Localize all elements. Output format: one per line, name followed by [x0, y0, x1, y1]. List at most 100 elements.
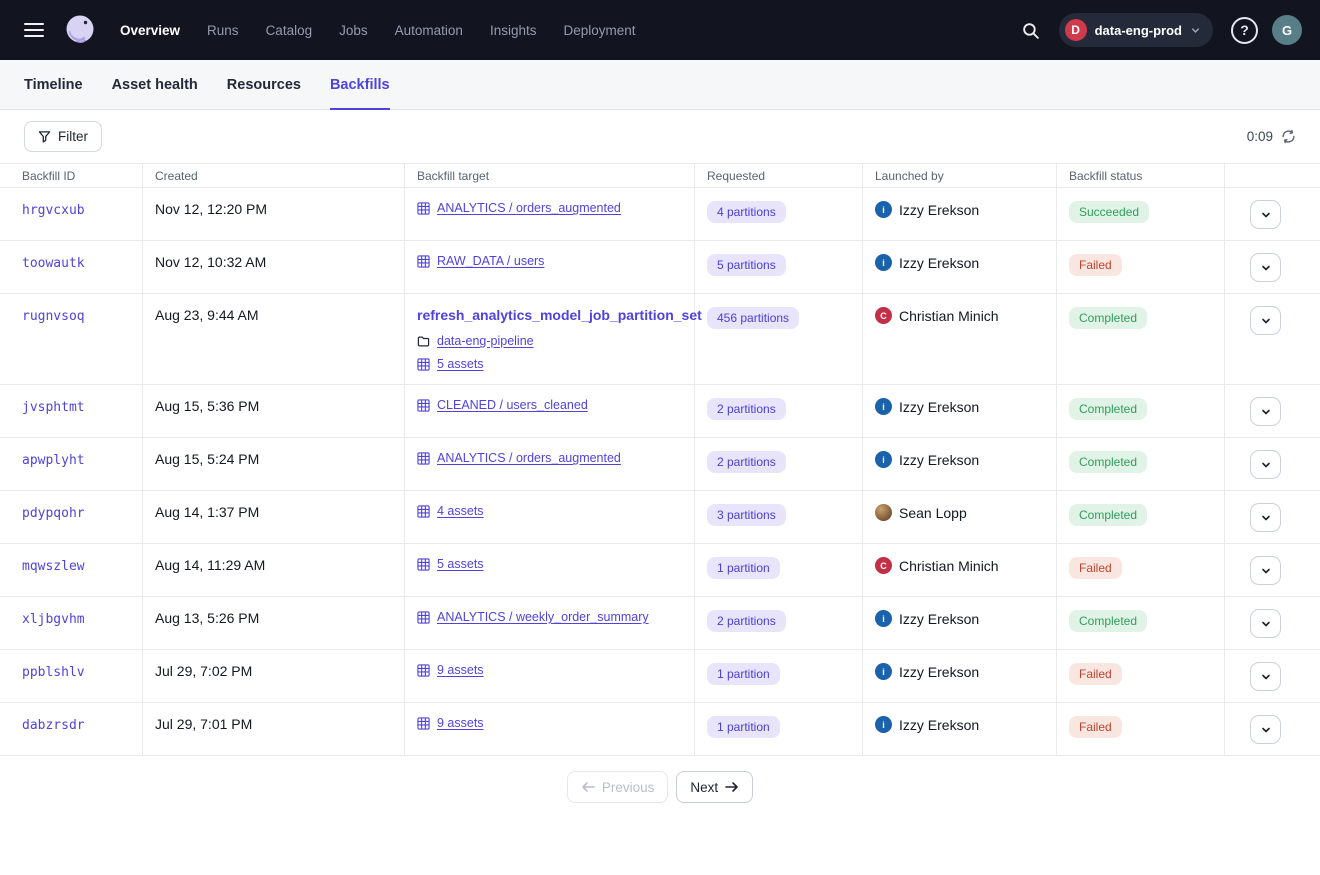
- tab-backfills[interactable]: Backfills: [330, 60, 390, 109]
- created-timestamp: Aug 23, 9:44 AM: [155, 307, 259, 323]
- status-badge: Completed: [1069, 398, 1147, 420]
- nav-item-catalog[interactable]: Catalog: [266, 23, 313, 38]
- backfill-id-link[interactable]: apwplyht: [22, 453, 85, 468]
- expand-row-button[interactable]: [1250, 715, 1281, 744]
- launched-by-name: Izzy Erekson: [899, 611, 979, 627]
- table-header-row: Backfill IDCreatedBackfill targetRequest…: [0, 163, 1320, 188]
- asset-grid-icon: [417, 717, 430, 730]
- expand-row-button[interactable]: [1250, 662, 1281, 691]
- user-letter-avatar: i: [875, 398, 892, 415]
- status-badge: Failed: [1069, 254, 1122, 276]
- expand-row-button[interactable]: [1250, 503, 1281, 532]
- asset-link[interactable]: CLEANED / users_cleaned: [437, 398, 588, 412]
- hamburger-menu-icon[interactable]: [18, 13, 52, 47]
- backfill-id-link[interactable]: xljbgvhm: [22, 612, 85, 627]
- created-timestamp: Jul 29, 7:02 PM: [155, 663, 252, 679]
- nav-item-runs[interactable]: Runs: [207, 23, 239, 38]
- pipeline-link[interactable]: data-eng-pipeline: [437, 334, 534, 348]
- asset-grid-icon: [417, 505, 430, 518]
- launched-by-name: Izzy Erekson: [899, 399, 979, 415]
- chevron-down-icon: [1260, 565, 1272, 577]
- tab-resources[interactable]: Resources: [227, 60, 301, 109]
- column-header-requested: Requested: [695, 164, 863, 187]
- asset-link[interactable]: 4 assets: [437, 504, 484, 518]
- backfill-id-link[interactable]: jvsphtmt: [22, 400, 85, 415]
- expand-row-button[interactable]: [1250, 200, 1281, 229]
- asset-link[interactable]: ANALYTICS / weekly_order_summary: [437, 610, 649, 624]
- backfill-id-link[interactable]: ppblshlv: [22, 665, 85, 680]
- nav-item-overview[interactable]: Overview: [120, 23, 180, 38]
- expand-row-button[interactable]: [1250, 450, 1281, 479]
- workspace-name: data-eng-prod: [1095, 23, 1182, 38]
- filter-button[interactable]: Filter: [24, 121, 102, 152]
- user-letter-avatar: i: [875, 610, 892, 627]
- chevron-down-icon: [1260, 315, 1272, 327]
- workspace-switcher[interactable]: D data-eng-prod: [1059, 13, 1213, 47]
- assets-link[interactable]: 5 assets: [437, 357, 484, 371]
- launched-by-name: Izzy Erekson: [899, 202, 979, 218]
- nav-item-automation[interactable]: Automation: [395, 23, 463, 38]
- table-row: apwplyhtAug 15, 5:24 PMANALYTICS / order…: [0, 438, 1320, 491]
- backfill-id-link[interactable]: toowautk: [22, 256, 85, 271]
- created-timestamp: Jul 29, 7:01 PM: [155, 716, 252, 732]
- created-timestamp: Aug 14, 11:29 AM: [155, 557, 265, 573]
- created-timestamp: Nov 12, 12:20 PM: [155, 201, 267, 217]
- refresh-icon[interactable]: [1281, 129, 1296, 144]
- launched-by-name: Izzy Erekson: [899, 452, 979, 468]
- user-avatar[interactable]: G: [1272, 15, 1302, 45]
- asset-link[interactable]: ANALYTICS / orders_augmented: [437, 451, 621, 465]
- help-icon[interactable]: ?: [1231, 17, 1258, 44]
- nav-item-insights[interactable]: Insights: [490, 23, 537, 38]
- expand-row-button[interactable]: [1250, 306, 1281, 335]
- arrow-left-icon: [581, 781, 595, 793]
- workspace-badge: D: [1065, 19, 1087, 41]
- table-row: jvsphtmtAug 15, 5:36 PMCLEANED / users_c…: [0, 385, 1320, 438]
- user-letter-avatar: i: [875, 663, 892, 680]
- backfill-id-link[interactable]: dabzrsdr: [22, 718, 85, 733]
- arrow-right-icon: [725, 781, 739, 793]
- nav-item-deployment[interactable]: Deployment: [563, 23, 635, 38]
- table-row: hrgvcxub Nov 12, 12:20 PM ANALYTICS / orde…: [0, 188, 1320, 241]
- asset-grid-icon: [417, 255, 430, 268]
- table-row: xljbgvhmAug 13, 5:26 PMANALYTICS / weekl…: [0, 597, 1320, 650]
- expand-row-button[interactable]: [1250, 253, 1281, 282]
- launched-by-name: Christian Minich: [899, 558, 999, 574]
- asset-grid-icon: [417, 611, 430, 624]
- tab-timeline[interactable]: Timeline: [24, 60, 83, 109]
- backfill-id-link[interactable]: rugnvsoq: [22, 309, 85, 324]
- next-label: Next: [690, 780, 718, 795]
- toolbar: Filter 0:09: [0, 110, 1320, 163]
- chevron-down-icon: [1260, 262, 1272, 274]
- folder-icon: [417, 335, 430, 348]
- status-badge: Failed: [1069, 557, 1122, 579]
- launched-by-name: Izzy Erekson: [899, 664, 979, 680]
- user-letter-avatar: i: [875, 716, 892, 733]
- backfills-table: Backfill IDCreatedBackfill targetRequest…: [0, 163, 1320, 756]
- asset-link[interactable]: 5 assets: [437, 557, 484, 571]
- asset-link[interactable]: ANALYTICS / orders_augmented: [437, 201, 621, 215]
- previous-page-button[interactable]: Previous: [567, 771, 669, 803]
- expand-row-button[interactable]: [1250, 397, 1281, 426]
- chevron-down-icon: [1260, 459, 1272, 471]
- search-icon[interactable]: [1013, 12, 1049, 48]
- status-badge: Succeeded: [1069, 201, 1149, 223]
- asset-link[interactable]: 9 assets: [437, 663, 484, 677]
- job-link[interactable]: refresh_analytics_model_job_partition_se…: [417, 307, 682, 323]
- next-page-button[interactable]: Next: [676, 771, 753, 803]
- backfill-id-link[interactable]: mqwszlew: [22, 559, 85, 574]
- nav-item-jobs[interactable]: Jobs: [339, 23, 368, 38]
- backfill-id-link[interactable]: hrgvcxub: [22, 203, 85, 218]
- asset-link[interactable]: RAW_DATA / users: [437, 254, 544, 268]
- backfill-id-link[interactable]: pdypqohr: [22, 506, 85, 521]
- user-letter-avatar: i: [875, 201, 892, 218]
- expand-row-button[interactable]: [1250, 556, 1281, 585]
- table-row: rugnvsoq Aug 23, 9:44 AM refresh_analytics…: [0, 294, 1320, 385]
- expand-row-button[interactable]: [1250, 609, 1281, 638]
- chevron-down-icon: [1260, 512, 1272, 524]
- partitions-chip: 456 partitions: [707, 307, 799, 329]
- asset-grid-icon: [417, 358, 430, 371]
- partitions-chip: 1 partition: [707, 716, 780, 738]
- tab-asset-health[interactable]: Asset health: [112, 60, 198, 109]
- asset-grid-icon: [417, 452, 430, 465]
- asset-link[interactable]: 9 assets: [437, 716, 484, 730]
